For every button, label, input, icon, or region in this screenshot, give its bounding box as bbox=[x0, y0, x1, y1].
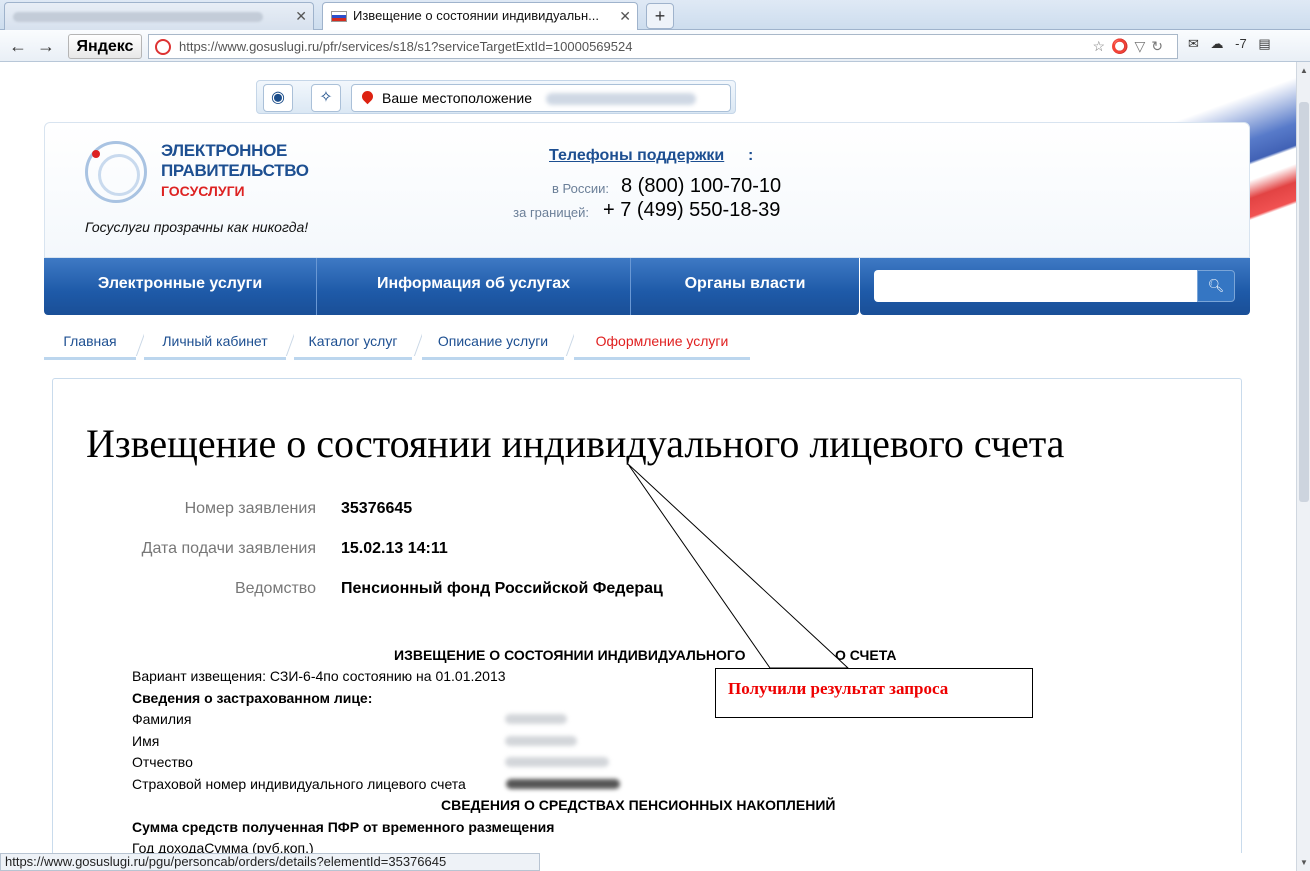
weather-icon[interactable]: ☁ bbox=[1211, 36, 1224, 51]
russia-flag-icon bbox=[331, 11, 347, 22]
breadcrumb-service-catalog[interactable]: Каталог услуг bbox=[294, 324, 412, 360]
income-year-header: Год доходаСумма (руб.коп.) bbox=[132, 840, 314, 853]
new-tab-button[interactable]: + bbox=[646, 3, 674, 29]
menu-icon[interactable]: ▤ bbox=[1258, 36, 1270, 51]
breadcrumb-current: Оформление услуги bbox=[574, 324, 750, 360]
breadcrumb-home[interactable]: Главная bbox=[44, 324, 136, 360]
blurred-tab-title bbox=[13, 11, 263, 22]
document-heading: ИЗВЕЩЕНИЕ О СОСТОЯНИИ ИНДИВИДУАЛЬНОГО bbox=[394, 647, 746, 663]
address-bar[interactable]: https://www.gosuslugi.ru/pfr/services/s1… bbox=[148, 34, 1178, 59]
field-value-agency: Пенсионный фонд Российской Федерац bbox=[341, 580, 663, 597]
search-panel: 🔍︎ bbox=[860, 258, 1250, 315]
vertical-scrollbar[interactable]: ▲ ▼ bbox=[1296, 62, 1310, 871]
blurred-snils bbox=[506, 779, 620, 789]
logo-icon[interactable] bbox=[85, 141, 147, 203]
callout-text: Получили результат запроса bbox=[728, 679, 949, 698]
snils-label: Страховой номер индивидуального лицевого… bbox=[132, 776, 466, 792]
search-input[interactable] bbox=[874, 270, 1197, 302]
back-arrow-icon[interactable]: ← bbox=[6, 34, 30, 58]
location-button[interactable]: Ваше местоположение bbox=[351, 84, 731, 112]
logo-line-1[interactable]: ЭЛЕКТРОННОЕ bbox=[161, 141, 287, 161]
yandex-label: Яндекс bbox=[76, 38, 134, 55]
compass-icon[interactable]: ✧ bbox=[311, 84, 341, 112]
accessibility-toolbar: ◉ ✧ Ваше местоположение bbox=[256, 80, 736, 114]
support-phones-colon: : bbox=[748, 147, 754, 164]
logo-line-3[interactable]: ГОСУСЛУГИ bbox=[161, 182, 245, 200]
blurred-surname bbox=[505, 714, 567, 724]
phone-russia-label: в России: bbox=[552, 181, 609, 196]
document-heading-tail: О СЧЕТА bbox=[835, 647, 897, 663]
location-label: Ваше местоположение bbox=[382, 90, 532, 106]
toolbar-right: ✉ ☁ -7 ▤ bbox=[1188, 36, 1279, 52]
location-pin-icon bbox=[359, 88, 376, 105]
blurred-patronymic bbox=[505, 757, 609, 767]
scroll-up-icon[interactable]: ▲ bbox=[1297, 66, 1310, 75]
field-value-application-number: 35376645 bbox=[341, 500, 413, 517]
eye-icon[interactable]: ◉ bbox=[263, 84, 293, 112]
status-bar: https://www.gosuslugi.ru/pgu/personcab/o… bbox=[0, 853, 540, 871]
support-phones-link[interactable]: Телефоны поддержки bbox=[549, 147, 724, 165]
blurred-name bbox=[505, 736, 577, 746]
slogan: Госуслуги прозрачны как никогда! bbox=[85, 219, 309, 235]
breadcrumb-personal-cabinet[interactable]: Личный кабинет bbox=[144, 324, 286, 360]
phone-abroad-label: за границей: bbox=[513, 205, 589, 220]
page-title: Извещение о состоянии индивидуального ли… bbox=[86, 421, 1065, 466]
phone-abroad: + 7 (499) 550-18-39 bbox=[603, 199, 781, 221]
field-label-submission-date: Дата подачи заявления bbox=[141, 540, 316, 557]
scroll-down-icon[interactable]: ▼ bbox=[1297, 858, 1310, 867]
url-text: https://www.gosuslugi.ru/pfr/services/s1… bbox=[179, 39, 633, 54]
close-icon[interactable]: ✕ bbox=[295, 3, 307, 29]
menu-item-service-info[interactable]: Информация об услугах bbox=[317, 258, 630, 315]
tab-title: Извещение о состоянии индивидуальн... bbox=[353, 8, 599, 23]
annotation-callout: Получили результат запроса bbox=[715, 668, 1033, 718]
funds-sum: Сумма средств полученная ПФР от временно… bbox=[132, 819, 555, 835]
mail-icon[interactable]: ✉ bbox=[1188, 36, 1199, 51]
address-bar-actions[interactable]: ☆⭕▽↻ bbox=[1093, 35, 1169, 58]
tab-bar: ✕ Извещение о состоянии индивидуальн... … bbox=[0, 0, 1310, 30]
field-label-agency: Ведомство bbox=[235, 580, 316, 597]
name-label: Имя bbox=[132, 733, 160, 749]
weather-temp: -7 bbox=[1235, 36, 1247, 51]
navigation-bar: ← → Яндекс https://www.gosuslugi.ru/pfr/… bbox=[0, 30, 1310, 62]
insured-heading: Сведения о застрахованном лице: bbox=[132, 690, 373, 706]
document-variant: Вариант извещения: СЗИ-6-4по состоянию н… bbox=[132, 668, 506, 684]
search-icon[interactable]: 🔍︎ bbox=[1197, 270, 1235, 302]
breadcrumb-service-description[interactable]: Описание услуги bbox=[422, 324, 564, 360]
tab-inactive[interactable]: ✕ bbox=[4, 2, 314, 30]
menu-item-electronic-services[interactable]: Электронные услуги bbox=[44, 258, 316, 315]
field-label-application-number: Номер заявления bbox=[184, 500, 316, 517]
close-icon[interactable]: ✕ bbox=[619, 3, 631, 29]
funds-heading: СВЕДЕНИЯ О СРЕДСТВАХ ПЕНСИОННЫХ НАКОПЛЕН… bbox=[441, 797, 836, 813]
field-value-submission-date: 15.02.13 14:11 bbox=[341, 540, 448, 557]
phone-russia: 8 (800) 100-70-10 bbox=[621, 175, 782, 197]
tab-active[interactable]: Извещение о состоянии индивидуальн... ✕ bbox=[322, 2, 638, 30]
site-icon bbox=[155, 39, 171, 55]
logo-line-2[interactable]: ПРАВИТЕЛЬСТВО bbox=[161, 161, 309, 181]
scrollbar-thumb[interactable] bbox=[1299, 102, 1309, 502]
page-viewport: ◉ ✧ Ваше местоположение ЭЛЕКТРОННОЕ ПРАВ… bbox=[0, 62, 1296, 853]
patronymic-label: Отчество bbox=[132, 754, 193, 770]
forward-arrow-icon[interactable]: → bbox=[34, 34, 58, 58]
menu-item-authorities[interactable]: Органы власти bbox=[631, 258, 859, 315]
blurred-location bbox=[545, 93, 696, 106]
surname-label: Фамилия bbox=[132, 711, 192, 727]
yandex-button[interactable]: Яндекс bbox=[68, 34, 142, 59]
main-menu: Электронные услуги Информация об услугах… bbox=[44, 258, 859, 315]
site-header: ЭЛЕКТРОННОЕ ПРАВИТЕЛЬСТВО ГОСУСЛУГИ Госу… bbox=[44, 122, 1250, 258]
